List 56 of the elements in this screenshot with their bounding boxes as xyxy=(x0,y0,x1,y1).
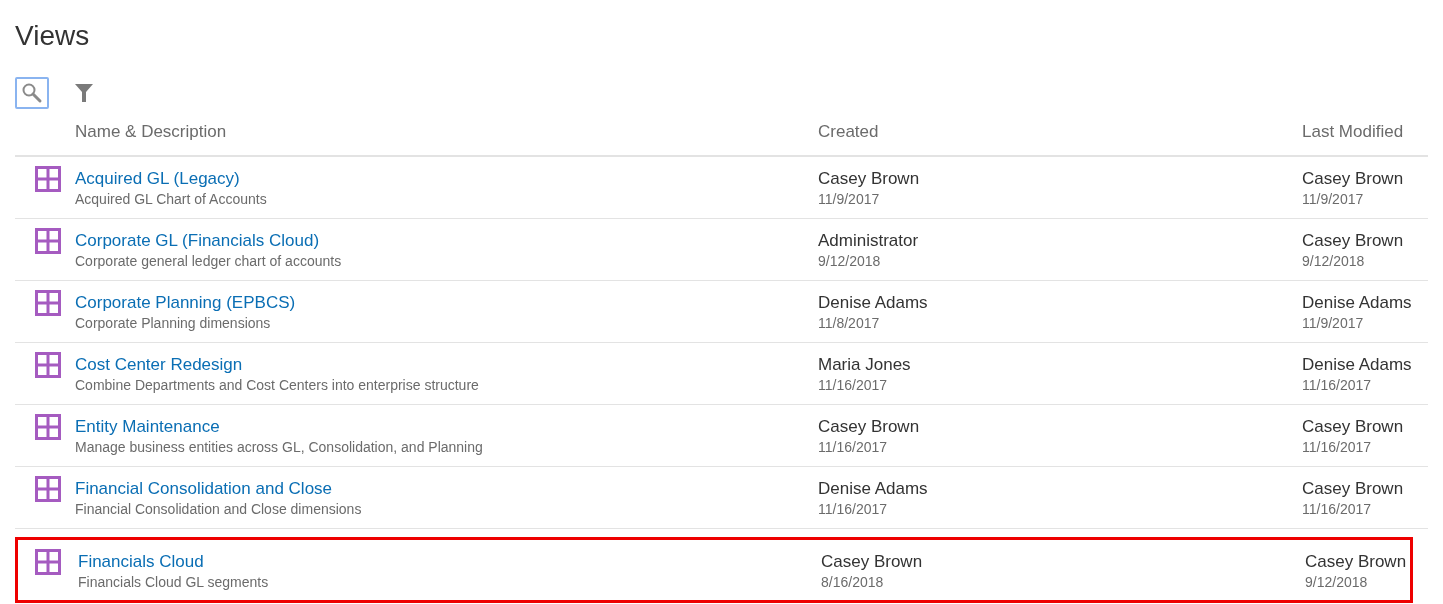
column-header[interactable]: Last Modified xyxy=(1302,122,1428,142)
modifier-name: Casey Brown xyxy=(1302,168,1405,190)
view-link[interactable]: Corporate Planning (EPBCS) xyxy=(75,292,818,314)
modified-date: 9/12/2018 xyxy=(1305,572,1369,592)
search-icon xyxy=(21,82,43,104)
modifier-name: Casey Brown xyxy=(1302,416,1405,438)
modified-date: 9/12/2018 xyxy=(1302,252,1366,271)
column-header[interactable]: Name & Description xyxy=(75,122,818,142)
view-link[interactable]: Financial Consolidation and Close xyxy=(75,478,818,500)
grid-icon xyxy=(35,290,61,316)
creator-name: Casey Brown xyxy=(818,168,921,190)
creator-name: Denise Adams xyxy=(818,478,929,500)
view-link[interactable]: Cost Center Redesign xyxy=(75,354,818,376)
view-description: Manage business entities across GL, Consolidation, and Planning xyxy=(75,438,484,457)
view-description: Corporate Planning dimensions xyxy=(75,314,272,333)
modifier-name: Denise Adams xyxy=(1302,292,1413,314)
created-date: 11/8/2017 xyxy=(818,314,881,333)
search-button[interactable] xyxy=(15,77,49,109)
modifier-name: Casey Brown xyxy=(1302,478,1405,500)
view-description: Corporate general ledger chart of accounts xyxy=(75,252,343,271)
page-title: Views xyxy=(15,19,91,53)
creator-name: Casey Brown xyxy=(818,416,921,438)
grid-icon xyxy=(35,414,61,440)
modified-date: 11/9/2017 xyxy=(1302,314,1365,333)
view-link[interactable]: Corporate GL (Financials Cloud) xyxy=(75,230,818,252)
creator-name: Maria Jones xyxy=(818,354,912,376)
modifier-name: Casey Brown xyxy=(1305,550,1408,573)
created-date: 8/16/2018 xyxy=(821,572,885,592)
grid-icon xyxy=(35,166,61,192)
modified-date: 11/16/2017 xyxy=(1302,438,1373,457)
created-date: 11/16/2017 xyxy=(818,438,889,457)
view-link[interactable]: Acquired GL (Legacy) xyxy=(75,168,818,190)
modifier-name: Casey Brown xyxy=(1302,230,1405,252)
grid-icon xyxy=(35,549,61,575)
grid-icon xyxy=(35,476,61,502)
view-description: Combine Departments and Cost Centers into enterprise structure xyxy=(75,376,480,395)
creator-name: Denise Adams xyxy=(818,292,929,314)
grid-icon xyxy=(35,352,61,378)
grid-icon xyxy=(35,228,61,254)
column-header[interactable]: Created xyxy=(818,122,1302,142)
created-date: 11/9/2017 xyxy=(818,190,881,209)
created-date: 11/16/2017 xyxy=(818,376,889,395)
creator-name: Casey Brown xyxy=(821,550,924,573)
view-description: Acquired GL Chart of Accounts xyxy=(75,190,268,209)
modified-date: 11/16/2017 xyxy=(1302,500,1373,519)
modifier-name: Denise Adams xyxy=(1302,354,1413,376)
view-link[interactable]: Financials Cloud xyxy=(78,550,821,573)
view-link[interactable]: Entity Maintenance xyxy=(75,416,818,438)
creator-name: Administrator xyxy=(818,230,920,252)
modified-date: 11/9/2017 xyxy=(1302,190,1365,209)
modified-date: 11/16/2017 xyxy=(1302,376,1373,395)
created-date: 9/12/2018 xyxy=(818,252,882,271)
created-date: 11/16/2017 xyxy=(818,500,889,519)
view-description: Financials Cloud GL segments xyxy=(78,572,270,592)
filter-icon xyxy=(74,83,94,103)
view-description: Financial Consolidation and Close dimensions xyxy=(75,500,363,519)
